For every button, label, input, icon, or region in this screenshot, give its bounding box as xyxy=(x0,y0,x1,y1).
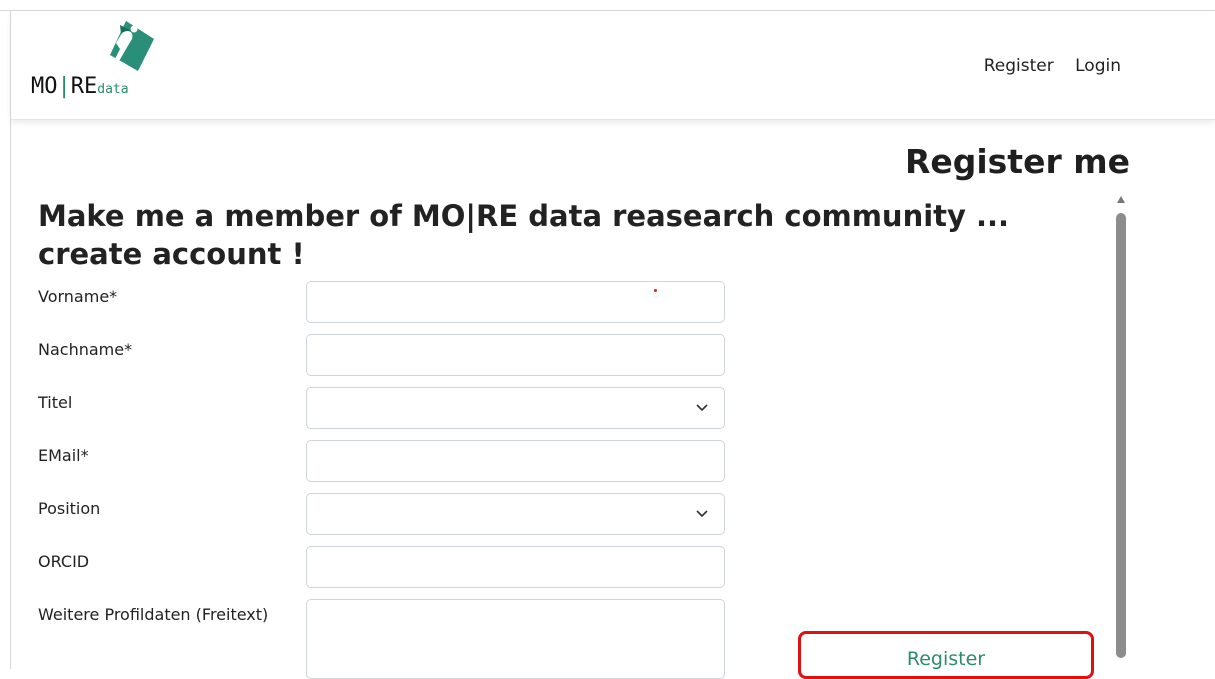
logo-wordmark: MO|REdata xyxy=(31,74,129,99)
form-row-position: Position xyxy=(38,493,728,537)
form-row-weitere-profildaten: Weitere Profildaten (Freitext) xyxy=(38,599,728,679)
form-row-email: EMail* xyxy=(38,440,728,484)
site-logo[interactable]: MO|REdata xyxy=(31,19,191,109)
position-select-box[interactable] xyxy=(306,493,725,535)
page-title: Register me xyxy=(904,142,1130,181)
vorname-label: Vorname* xyxy=(38,287,118,306)
scrollbar-thumb[interactable] xyxy=(1116,213,1126,658)
weitere-profildaten-label: Weitere Profildaten (Freitext) xyxy=(38,605,269,624)
form-row-orcid: ORCID xyxy=(38,546,728,590)
form-row-titel: Titel xyxy=(38,387,728,431)
more-data-logo-icon xyxy=(110,21,154,71)
email-input[interactable] xyxy=(306,440,725,482)
titel-select[interactable] xyxy=(306,387,725,429)
chevron-down-icon xyxy=(696,404,708,412)
page-heading: Make me a member of MO|RE data reasearch… xyxy=(38,199,1010,271)
scrollbar[interactable] xyxy=(1115,196,1127,669)
nachname-input[interactable] xyxy=(306,334,725,376)
orcid-input[interactable] xyxy=(306,546,725,588)
chevron-down-icon xyxy=(696,510,708,518)
nav-login-link[interactable]: Login xyxy=(1075,56,1121,76)
top-navigation: Register Login xyxy=(968,56,1121,76)
form-row-nachname: Nachname* xyxy=(38,334,728,378)
required-indicator-dot xyxy=(654,289,657,292)
vorname-input[interactable] xyxy=(306,281,725,323)
nachname-label: Nachname* xyxy=(38,340,133,359)
titel-select-box[interactable] xyxy=(306,387,725,429)
scroll-up-arrow-icon[interactable] xyxy=(1117,196,1125,203)
form-row-vorname: Vorname* xyxy=(38,281,728,325)
position-select[interactable] xyxy=(306,493,725,535)
weitere-profildaten-textarea[interactable] xyxy=(306,599,725,679)
email-label: EMail* xyxy=(38,446,89,465)
titel-label: Titel xyxy=(38,393,73,412)
nav-register-link[interactable]: Register xyxy=(984,56,1054,76)
site-header: MO|REdata Register Login xyxy=(11,11,1215,120)
register-button[interactable]: Register xyxy=(798,631,1094,679)
orcid-label: ORCID xyxy=(38,552,90,571)
position-label: Position xyxy=(38,499,101,518)
